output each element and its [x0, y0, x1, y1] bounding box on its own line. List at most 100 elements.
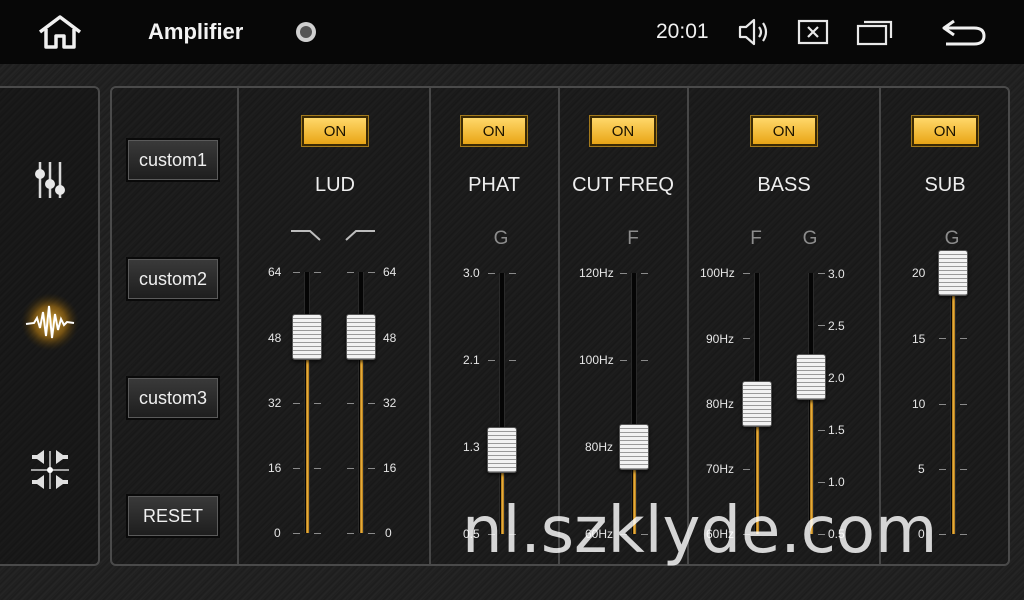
bass-freq-tick: 70Hz [706, 462, 735, 476]
slider-fill [306, 337, 309, 533]
slider-tick-mark [314, 272, 321, 273]
nav-balance[interactable] [26, 446, 74, 494]
sub-on-toggle[interactable]: ON [912, 116, 978, 146]
lud-tick-right: 32 [383, 396, 397, 410]
phat-tick: 2.1 [463, 353, 480, 367]
lud-tick-right: 16 [383, 461, 397, 475]
reset-button[interactable]: RESET [126, 494, 220, 538]
cut-freq-label: CUT FREQ [572, 174, 674, 196]
home-button[interactable] [34, 12, 86, 52]
preset-custom1-button[interactable]: custom1 [126, 138, 220, 182]
slider-tick-mark [293, 272, 300, 273]
slider-tick-mark [960, 338, 967, 340]
slider-knob[interactable] [487, 427, 517, 474]
slider-tick-mark [939, 468, 946, 470]
lud-tick-left: 32 [268, 396, 282, 410]
slider-tick-mark [488, 273, 495, 274]
slider-fill [952, 273, 955, 534]
slider-knob[interactable] [292, 314, 322, 361]
slider-tick-mark [347, 272, 354, 273]
close-button[interactable] [796, 16, 830, 48]
speaker-balance-icon [31, 450, 69, 489]
waveform-icon [21, 293, 79, 351]
recent-apps-icon [856, 20, 893, 46]
phat-gain-label: G [493, 228, 509, 249]
page-title: Amplifier [148, 19, 244, 44]
speaker-icon [738, 18, 768, 46]
cut-freq-tick: 100Hz [579, 353, 614, 367]
slider-tick-mark [960, 403, 967, 405]
lud-tick-left: 48 [268, 331, 282, 345]
sub-label: SUB [924, 174, 966, 196]
slider-fill [360, 337, 363, 533]
lud-tick-right: 0 [385, 526, 392, 540]
slider-tick-mark [960, 534, 967, 535]
slider-tick-mark [509, 273, 516, 274]
phat-on-toggle[interactable]: ON [461, 116, 527, 146]
slider-knob[interactable] [346, 314, 376, 361]
phat-label: PHAT [468, 174, 520, 196]
cut-freq-on-toggle[interactable]: ON [590, 116, 656, 146]
slider-knob[interactable] [742, 380, 772, 427]
lud-tick-left: 64 [268, 265, 282, 279]
slider-tick-mark [939, 338, 946, 340]
slider-tick-mark [368, 272, 375, 273]
preset-custom3-button[interactable]: custom3 [126, 376, 220, 420]
slider-knob[interactable] [938, 250, 968, 296]
watermark-text: nl.szklyde.com [462, 494, 938, 568]
slider-tick-mark [347, 533, 354, 534]
lud-on-toggle[interactable]: ON [302, 116, 368, 146]
slider-tick-mark [509, 360, 516, 361]
nav-equalizer[interactable] [26, 156, 74, 204]
bass-gain-label: G [802, 228, 818, 249]
clock: 20:01 [656, 20, 709, 43]
recent-apps-button[interactable] [855, 16, 895, 48]
sub-tick: 20 [912, 266, 926, 280]
bass-label: BASS [757, 174, 811, 196]
slider-tick-mark [293, 533, 300, 534]
volume-button[interactable] [736, 14, 772, 50]
divider [429, 88, 431, 564]
nav-amplifier[interactable] [20, 292, 80, 352]
slider-tick-mark [368, 402, 375, 404]
slider-tick-mark [368, 467, 375, 469]
lud-tick-right: 64 [383, 265, 397, 279]
cut-freq-frequency-label: F [627, 228, 639, 249]
status-bar: Amplifier 20:01 [0, 0, 1024, 64]
slider-tick-mark [818, 273, 825, 274]
bass-freq-tick: 100Hz [700, 266, 735, 280]
lud-label: LUD [314, 174, 355, 196]
bass-freq-tick: 90Hz [706, 332, 735, 346]
preset-custom2-button[interactable]: custom2 [126, 257, 220, 301]
slider-tick-mark [293, 402, 300, 404]
cut-freq-tick: 80Hz [585, 440, 614, 454]
back-button[interactable] [938, 14, 990, 50]
back-arrow-icon [942, 19, 986, 46]
divider [879, 88, 881, 564]
slider-tick-mark [818, 429, 825, 431]
equalizer-sliders-icon [35, 162, 65, 198]
lud-tick-left: 0 [274, 526, 281, 540]
slider-tick-mark [743, 273, 750, 274]
slider-tick-mark [314, 533, 321, 534]
slider-tick-mark [818, 481, 825, 483]
low-shelf-curve-icon [291, 230, 321, 241]
divider [558, 88, 560, 564]
slider-tick-mark [939, 534, 946, 535]
phat-tick: 3.0 [463, 266, 480, 280]
divider [687, 88, 689, 564]
slider-tick-mark [641, 273, 648, 274]
bass-on-toggle[interactable]: ON [751, 116, 817, 146]
slider-knob[interactable] [619, 424, 649, 470]
slider-tick-mark [347, 402, 354, 404]
slider-tick-mark [960, 468, 967, 470]
slider-tick-mark [939, 403, 946, 405]
sub-gain-label: G [944, 228, 960, 249]
sub-tick: 10 [912, 397, 926, 411]
slider-tick-mark [620, 360, 627, 361]
slider-knob[interactable] [796, 354, 826, 401]
slider-tick-mark [641, 360, 648, 361]
close-box-icon [797, 19, 829, 45]
divider [237, 88, 239, 564]
sub-tick: 15 [912, 332, 926, 346]
